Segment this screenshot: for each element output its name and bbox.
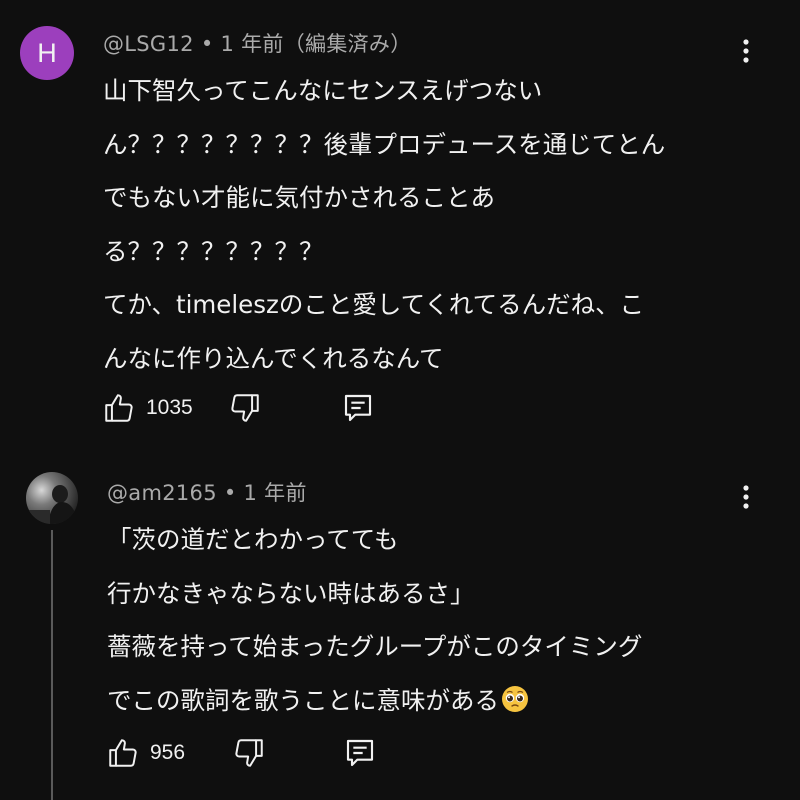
thumb-up-icon — [109, 739, 137, 767]
comment-text: 「茨の道だとわかってても 行かなきゃならない時はあるさ」 薔薇を持って始まったグ… — [107, 513, 642, 727]
avatar[interactable] — [26, 472, 78, 524]
comment-meta: @LSG12 • 1 年前（編集済み） — [103, 28, 412, 58]
like-button[interactable]: 1035 — [102, 388, 193, 428]
comment-line: でもない才能に気付かされることあ — [103, 183, 495, 212]
comment-line: でこの歌詞を歌うことに意味がある — [107, 685, 499, 715]
thumb-down-icon — [231, 394, 259, 422]
thumb-up-icon — [105, 394, 133, 422]
reply-comment-icon — [344, 394, 372, 422]
author-name[interactable]: @LSG12 — [103, 32, 194, 56]
more-vert-icon — [743, 485, 749, 509]
like-count: 1035 — [146, 396, 193, 419]
pleading-face-emoji — [502, 685, 528, 712]
comment-meta: @am2165 • 1 年前 — [107, 477, 307, 507]
comment-actions: 1035 — [102, 388, 422, 428]
comment-line: ん？？？？？？？？後輩プロデュースを通じてとん — [103, 129, 666, 159]
like-button[interactable]: 956 — [106, 733, 185, 773]
comment-line: 薔薇を持って始まったグループがこのタイミング — [107, 632, 643, 661]
avatar-photo — [26, 472, 78, 524]
comment-item: H @LSG12 • 1 年前（編集済み） 山下智久ってこんなにセンスえげつない… — [0, 0, 800, 450]
meta-separator: • — [200, 32, 221, 56]
dislike-button[interactable] — [228, 388, 262, 428]
comment-time[interactable]: 1 年前 — [244, 481, 307, 505]
comment-line: てか、timeleszのこと愛してくれてるんだね、こ — [103, 290, 645, 319]
more-vert-icon — [743, 39, 749, 63]
avatar-letter: H — [37, 37, 57, 68]
author-name[interactable]: @am2165 — [107, 481, 217, 505]
reply-button[interactable] — [344, 733, 376, 773]
more-options-button[interactable] — [734, 480, 758, 514]
comment-line: 山下智久ってこんなにセンスえげつない — [103, 76, 543, 105]
like-count: 956 — [150, 741, 186, 764]
avatar[interactable]: H — [20, 26, 74, 80]
comment-text: 山下智久ってこんなにセンスえげつない ん？？？？？？？？後輩プロデュースを通じて… — [103, 64, 665, 385]
comment-time[interactable]: 1 年前（編集済み） — [220, 32, 411, 56]
more-options-button[interactable] — [734, 34, 758, 68]
comment-actions: 956 — [106, 733, 426, 773]
comment-line: る？？？？？？？？ — [103, 236, 324, 266]
thumb-down-icon — [235, 739, 263, 767]
comment-item: @am2165 • 1 年前 「茨の道だとわかってても 行かなきゃならない時はあ… — [0, 460, 800, 800]
reply-button[interactable] — [342, 388, 374, 428]
comment-line: 「茨の道だとわかってても — [107, 525, 399, 554]
dislike-button[interactable] — [232, 733, 266, 773]
meta-separator: • — [223, 481, 244, 505]
reply-comment-icon — [346, 739, 374, 767]
comment-line: 行かなきゃならない時はあるさ」 — [107, 578, 475, 608]
comment-line-with-emoji: でこの歌詞を歌うことに意味がある — [107, 674, 642, 728]
comment-line: んなに作り込んでくれるなんて — [103, 343, 444, 373]
